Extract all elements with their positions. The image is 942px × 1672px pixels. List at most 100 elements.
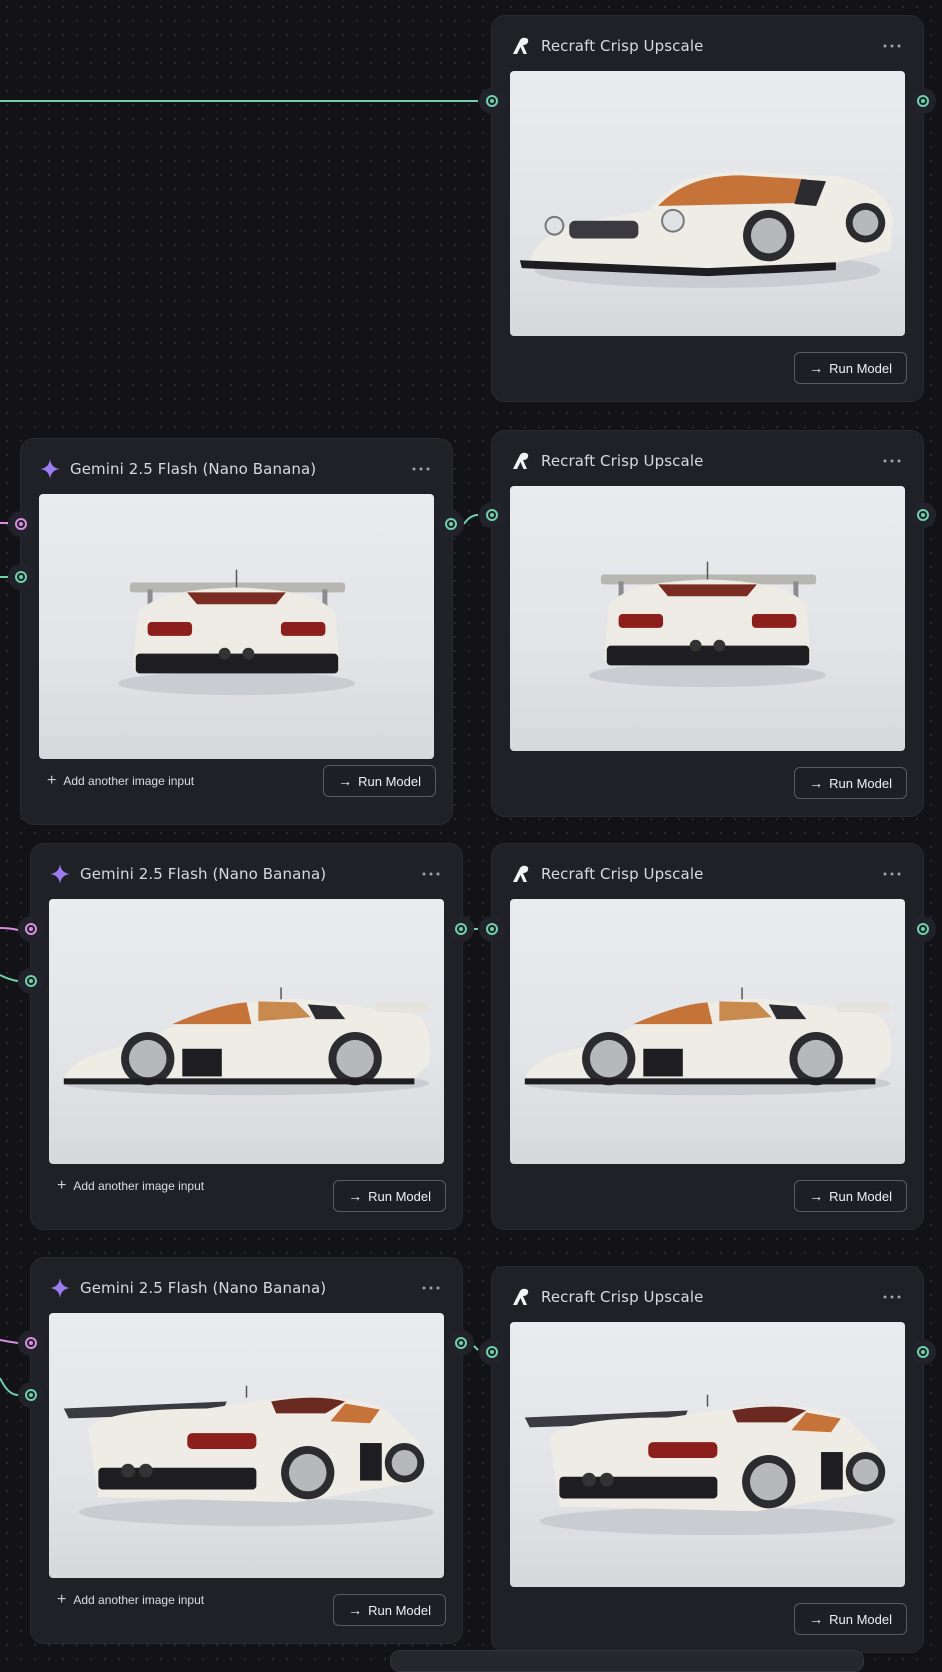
ellipsis-icon[interactable]: [418, 864, 444, 884]
port-ring: [445, 518, 457, 530]
arrow-right-icon: →: [348, 1602, 363, 1618]
port-ring: [486, 509, 498, 521]
gemini-1-output-port[interactable]: [438, 511, 464, 537]
add-image-input-button[interactable]: + Add another image input: [57, 1176, 204, 1196]
node-header[interactable]: Recraft Crisp Upscale: [510, 1267, 905, 1327]
upscale-1-input-port[interactable]: [479, 88, 505, 114]
upscale-3-output-port[interactable]: [910, 916, 936, 942]
node-header[interactable]: Gemini 2.5 Flash (Nano Banana): [49, 1258, 444, 1318]
run-model-button[interactable]: → Run Model: [794, 1180, 907, 1212]
recraft-logo-icon: [510, 450, 532, 472]
add-image-input-button[interactable]: + Add another image input: [47, 771, 194, 791]
car-side-profile-image: [524, 987, 892, 1096]
car-rear-three-quarter-image: [63, 1385, 435, 1526]
ellipsis-icon[interactable]: [879, 36, 905, 56]
run-model-button[interactable]: → Run Model: [323, 765, 436, 797]
arrow-right-icon: →: [809, 1611, 824, 1627]
recraft-upscale-node[interactable]: Recraft Crisp Upscale → Run Model: [491, 843, 924, 1230]
gemini-node[interactable]: Gemini 2.5 Flash (Nano Banana) + Add ano…: [30, 843, 463, 1230]
gemini-1-prompt-port[interactable]: [8, 511, 34, 537]
node-title: Recraft Crisp Upscale: [541, 452, 704, 470]
car-front-three-quarter-image: [519, 171, 894, 288]
gemini-3-image-port[interactable]: [18, 1382, 44, 1408]
wire-image-to-gemini-3: [0, 1377, 19, 1396]
recraft-upscale-node[interactable]: Recraft Crisp Upscale → Run Model: [491, 430, 924, 817]
run-model-button[interactable]: → Run Model: [333, 1180, 446, 1212]
ellipsis-icon[interactable]: [418, 1278, 444, 1298]
gemini-3-prompt-port[interactable]: [18, 1330, 44, 1356]
run-model-button[interactable]: → Run Model: [794, 767, 907, 799]
node-title: Gemini 2.5 Flash (Nano Banana): [70, 460, 317, 478]
port-ring: [455, 1337, 467, 1349]
ellipsis-icon[interactable]: [879, 1287, 905, 1307]
arrow-right-icon: →: [348, 1188, 363, 1204]
run-model-button[interactable]: → Run Model: [794, 352, 907, 384]
gemini-2-prompt-port[interactable]: [18, 916, 44, 942]
gemini-sparkle-icon: [39, 458, 61, 480]
car-rear-view-image: [118, 569, 355, 696]
upscale-2-output-port[interactable]: [910, 502, 936, 528]
port-ring: [917, 509, 929, 521]
run-model-label: Run Model: [829, 1188, 892, 1204]
gemini-1-image-port[interactable]: [8, 564, 34, 590]
run-model-button[interactable]: → Run Model: [794, 1603, 907, 1635]
node-output-image[interactable]: [49, 899, 444, 1164]
node-header[interactable]: Recraft Crisp Upscale: [510, 431, 905, 491]
gemini-node[interactable]: Gemini 2.5 Flash (Nano Banana) + Add ano…: [20, 438, 453, 825]
recraft-logo-icon: [510, 1286, 532, 1308]
ellipsis-icon[interactable]: [408, 459, 434, 479]
run-model-button[interactable]: → Run Model: [333, 1594, 446, 1626]
port-ring: [486, 1346, 498, 1358]
node-output-image[interactable]: [510, 1322, 905, 1587]
gemini-sparkle-icon: [49, 863, 71, 885]
node-title: Recraft Crisp Upscale: [541, 1288, 704, 1306]
run-model-label: Run Model: [829, 775, 892, 791]
node-output-image[interactable]: [510, 899, 905, 1164]
node-title: Gemini 2.5 Flash (Nano Banana): [80, 1279, 327, 1297]
ellipsis-icon[interactable]: [879, 451, 905, 471]
car-rear-three-quarter-image: [524, 1394, 896, 1535]
bottom-toolbar[interactable]: [390, 1650, 864, 1672]
recraft-upscale-node[interactable]: Recraft Crisp Upscale → Run Model: [491, 1266, 924, 1653]
upscale-2-input-port[interactable]: [479, 502, 505, 528]
node-header[interactable]: Gemini 2.5 Flash (Nano Banana): [39, 439, 434, 499]
port-ring: [917, 1346, 929, 1358]
node-output-image[interactable]: [49, 1313, 444, 1578]
gemini-3-output-port[interactable]: [448, 1330, 474, 1356]
wire-gemini-1-to-upscale-2: [463, 514, 479, 525]
gemini-2-output-port[interactable]: [448, 916, 474, 942]
add-image-input-button[interactable]: + Add another image input: [57, 1590, 204, 1610]
node-output-image[interactable]: [39, 494, 434, 759]
port-ring: [25, 923, 37, 935]
add-input-label: Add another image input: [73, 1593, 205, 1607]
arrow-right-icon: →: [809, 1188, 824, 1204]
port-ring: [15, 518, 27, 530]
node-header[interactable]: Gemini 2.5 Flash (Nano Banana): [49, 844, 444, 904]
node-header[interactable]: Recraft Crisp Upscale: [510, 844, 905, 904]
node-output-image[interactable]: [510, 71, 905, 336]
port-ring: [486, 95, 498, 107]
upscale-4-input-port[interactable]: [479, 1339, 505, 1365]
port-ring: [25, 1337, 37, 1349]
port-ring: [917, 95, 929, 107]
car-rear-view-image: [589, 561, 826, 688]
gemini-node[interactable]: Gemini 2.5 Flash (Nano Banana) + Add ano…: [30, 1257, 463, 1644]
port-ring: [25, 975, 37, 987]
arrow-right-icon: →: [809, 360, 824, 376]
run-model-label: Run Model: [358, 773, 421, 789]
arrow-right-icon: →: [809, 775, 824, 791]
recraft-logo-icon: [510, 863, 532, 885]
node-output-image[interactable]: [510, 486, 905, 751]
wire-image-to-gemini-2: [0, 974, 19, 982]
plus-icon: +: [57, 1177, 67, 1194]
upscale-1-output-port[interactable]: [910, 88, 936, 114]
gemini-2-image-port[interactable]: [18, 968, 44, 994]
upscale-4-output-port[interactable]: [910, 1339, 936, 1365]
node-header[interactable]: Recraft Crisp Upscale: [510, 16, 905, 76]
upscale-3-input-port[interactable]: [479, 916, 505, 942]
port-ring: [25, 1389, 37, 1401]
run-model-label: Run Model: [368, 1602, 431, 1618]
car-side-profile-image: [63, 987, 431, 1096]
ellipsis-icon[interactable]: [879, 864, 905, 884]
recraft-upscale-node[interactable]: Recraft Crisp Upscale → Run Model: [491, 15, 924, 402]
